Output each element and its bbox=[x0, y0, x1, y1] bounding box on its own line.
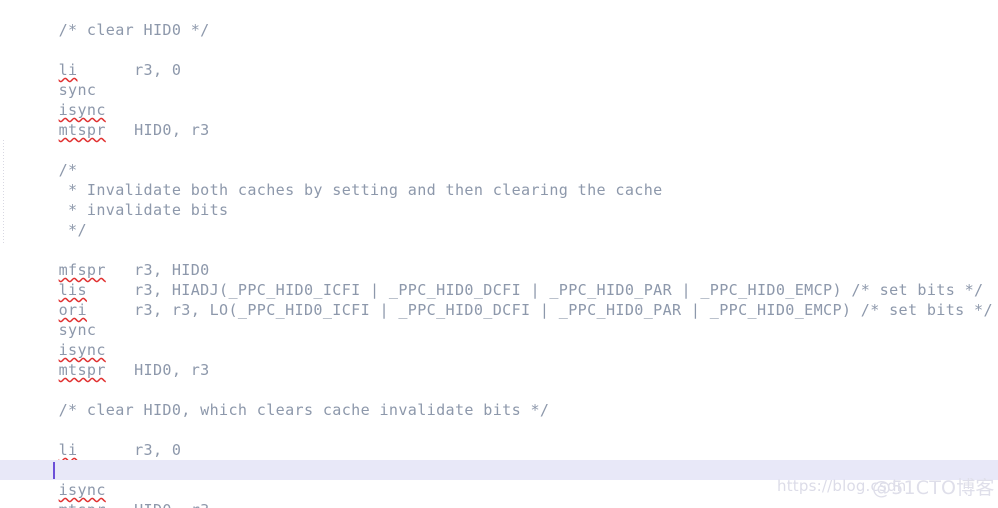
code-line[interactable]: mfspr r3, HID0 bbox=[0, 240, 998, 279]
code-line[interactable] bbox=[0, 20, 998, 40]
code-line[interactable] bbox=[0, 360, 998, 380]
text-caret bbox=[53, 462, 55, 479]
code-line[interactable]: sync bbox=[0, 440, 998, 479]
code-line[interactable]: * invalidate bits bbox=[0, 180, 998, 219]
code-line-active[interactable]: isync bbox=[0, 460, 998, 499]
code-line[interactable]: sync bbox=[0, 300, 998, 339]
code-token-misspelled: mtspr bbox=[59, 501, 106, 508]
code-line[interactable]: /* bbox=[0, 140, 998, 179]
code-line[interactable]: sync bbox=[0, 60, 998, 99]
code-line[interactable]: lis r3, HIADJ(_PPC_HID0_ICFI | _PPC_HID0… bbox=[0, 260, 998, 299]
code-line[interactable]: */ bbox=[0, 200, 998, 239]
code-line[interactable] bbox=[0, 120, 998, 140]
code-line-text: HID0, r3 bbox=[106, 501, 210, 508]
code-line[interactable]: mtspr HID0, r3 bbox=[0, 340, 998, 379]
code-line[interactable]: li r3, 0 bbox=[0, 40, 998, 79]
code-line[interactable]: li r3, 0 bbox=[0, 420, 998, 459]
code-editor[interactable]: /* clear HID0 */ li r3, 0 sync isync mts… bbox=[0, 0, 998, 508]
code-line[interactable] bbox=[0, 400, 998, 420]
code-line[interactable]: isync bbox=[0, 80, 998, 119]
code-text-area[interactable]: /* clear HID0 */ li r3, 0 sync isync mts… bbox=[0, 0, 998, 508]
code-line[interactable]: ori r3, r3, LO(_PPC_HID0_ICFI | _PPC_HID… bbox=[0, 280, 998, 319]
code-line[interactable]: /* clear HID0, which clears cache invali… bbox=[0, 380, 998, 419]
code-line[interactable] bbox=[0, 220, 998, 240]
code-line[interactable]: /* clear HID0 */ bbox=[0, 0, 998, 39]
code-line[interactable]: isync bbox=[0, 320, 998, 359]
code-line[interactable]: mtspr HID0, r3 bbox=[0, 480, 998, 508]
code-line[interactable]: mtspr HID0, r3 bbox=[0, 100, 998, 139]
code-line[interactable]: * Invalidate both caches by setting and … bbox=[0, 160, 998, 199]
